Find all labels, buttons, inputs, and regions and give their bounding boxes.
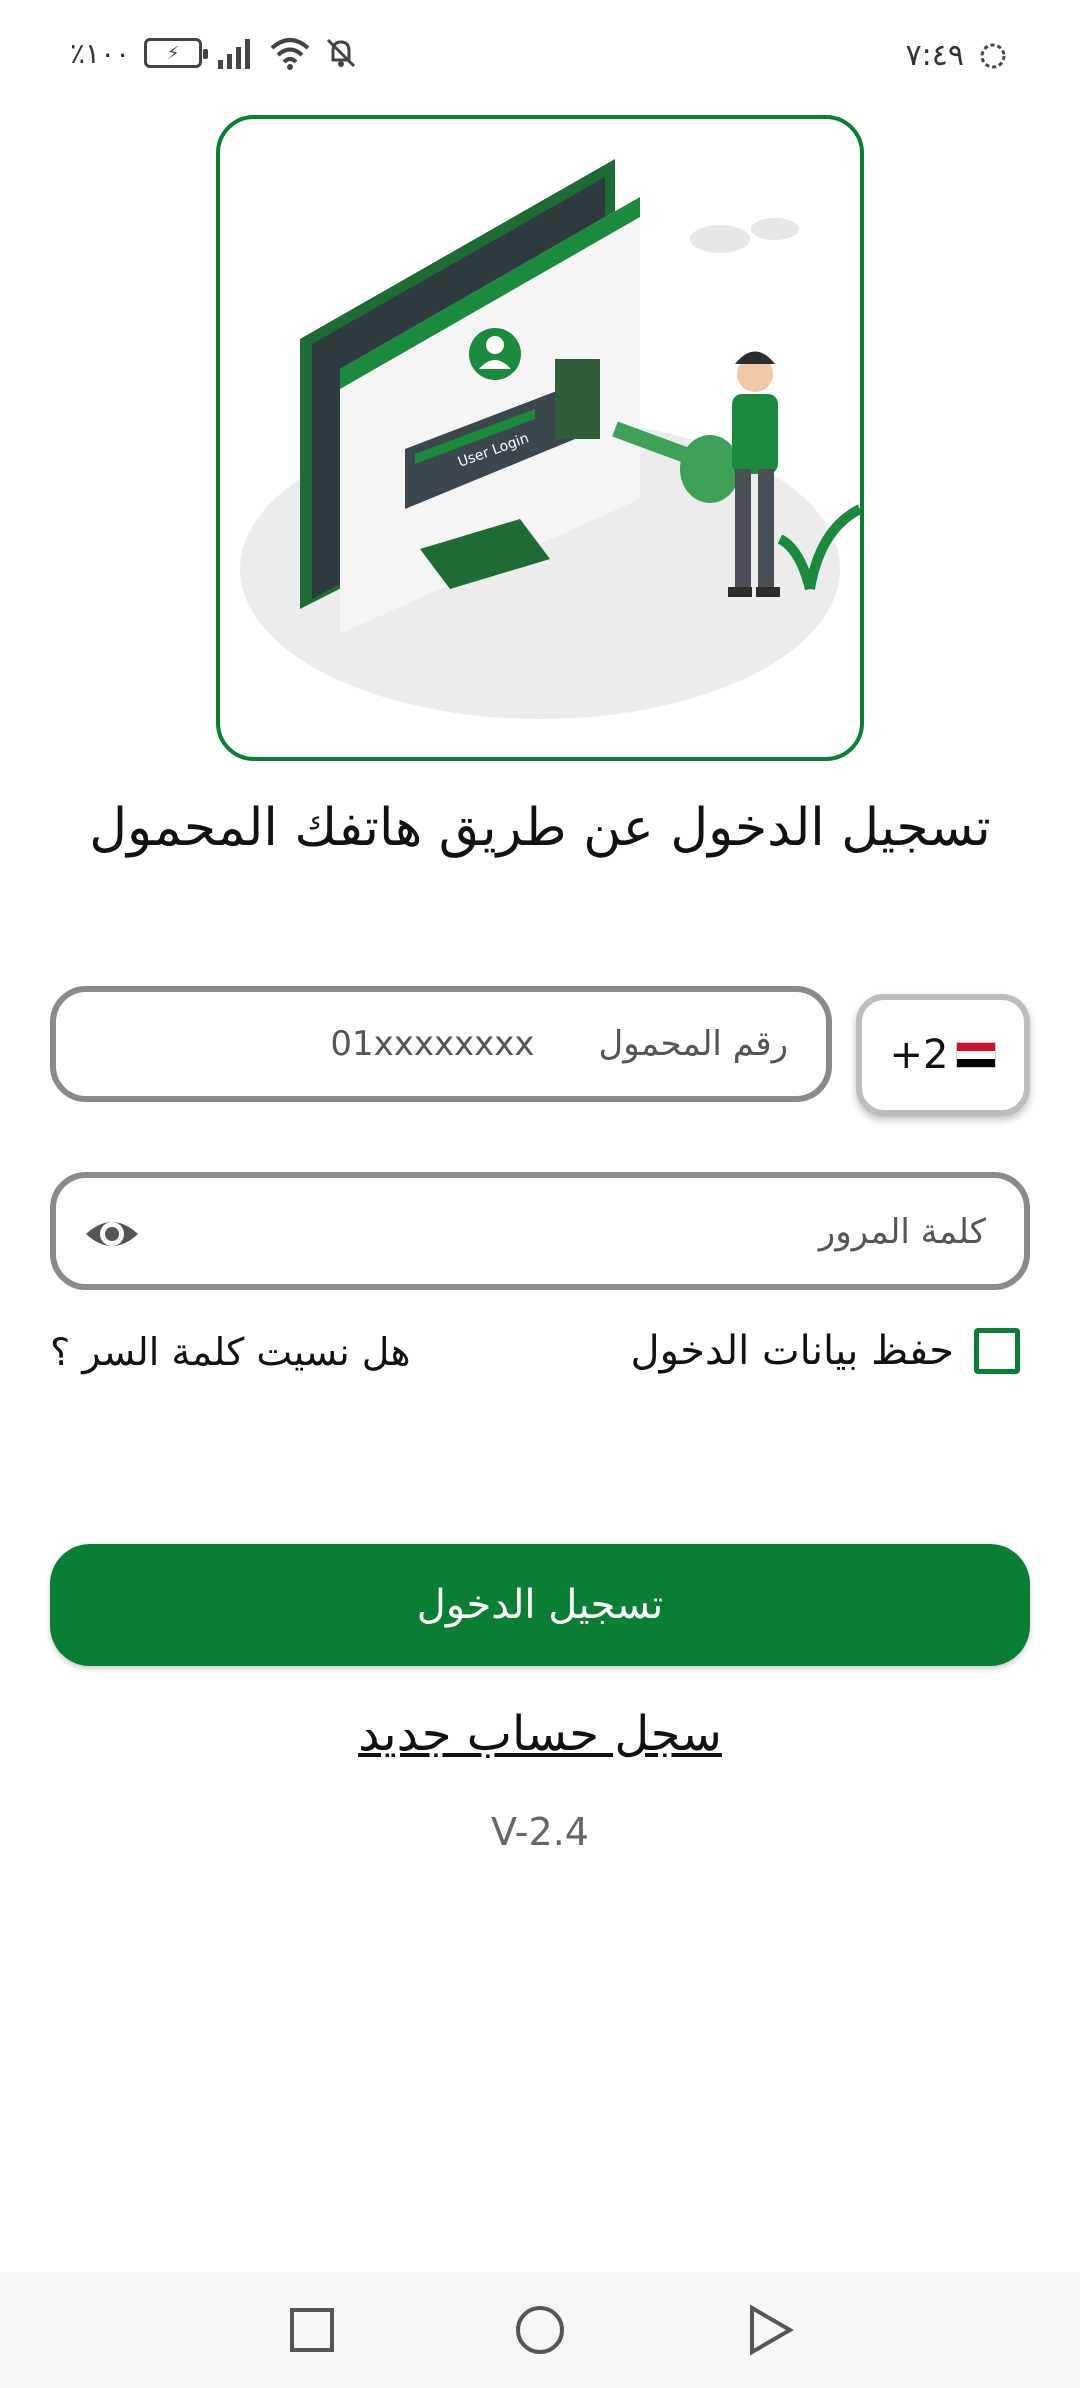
forgot-password-link[interactable]: هل نسيت كلمة السر ؟ [50, 1330, 411, 1374]
home-circle-icon[interactable] [508, 2298, 572, 2362]
status-bar-left: ٪١٠٠ ⚡ [70, 36, 358, 70]
time: ٧:٤٩ [905, 38, 964, 73]
eye-icon[interactable] [82, 1204, 142, 1264]
register-link[interactable]: سجل حساب جديد [0, 1706, 1080, 1762]
recents-square-icon[interactable] [280, 2298, 344, 2362]
egypt-flag-icon [956, 1042, 997, 1068]
wifi-icon [270, 38, 310, 70]
battery-charging-icon: ⚡ [144, 38, 209, 68]
password-input[interactable]: كلمة المرور [50, 1172, 1030, 1290]
bell-off-icon [327, 38, 356, 68]
battery-percent: ٪١٠٠ [70, 36, 131, 70]
version-label: V-2.4 [491, 1810, 589, 1854]
status-bar-right: ٧:٤٩ [906, 38, 1008, 73]
remember-me-label: حفظ بيانات الدخول [630, 1328, 954, 1374]
signal-icon [218, 39, 251, 69]
country-code-selector[interactable]: +2 [856, 994, 1030, 1116]
login-illustration-card: User Login [216, 115, 864, 761]
login-key-illustration: User Login [240, 159, 860, 719]
back-triangle-icon[interactable] [738, 2298, 802, 2362]
phone-input[interactable]: 01xxxxxxxx رقم المحمول [50, 986, 832, 1102]
login-button[interactable]: تسجيل الدخول [50, 1544, 1030, 1666]
navigation-bar [0, 2272, 1080, 2388]
remember-me[interactable]: حفظ بيانات الدخول [631, 1328, 1020, 1374]
phone-label: رقم المحمول [598, 1024, 788, 1064]
status-bar: ٪١٠٠ ⚡ ٧:٤٩ [0, 0, 1080, 120]
page-title: تسجيل الدخول عن طريق هاتفك المحمول [89, 798, 991, 858]
remember-me-checkbox[interactable] [974, 1328, 1020, 1374]
country-code: +2 [889, 1032, 949, 1078]
phone-placeholder: 01xxxxxxxx [330, 1024, 535, 1064]
password-placeholder: كلمة المرور [818, 1212, 986, 1252]
loading-icon [980, 43, 1006, 68]
